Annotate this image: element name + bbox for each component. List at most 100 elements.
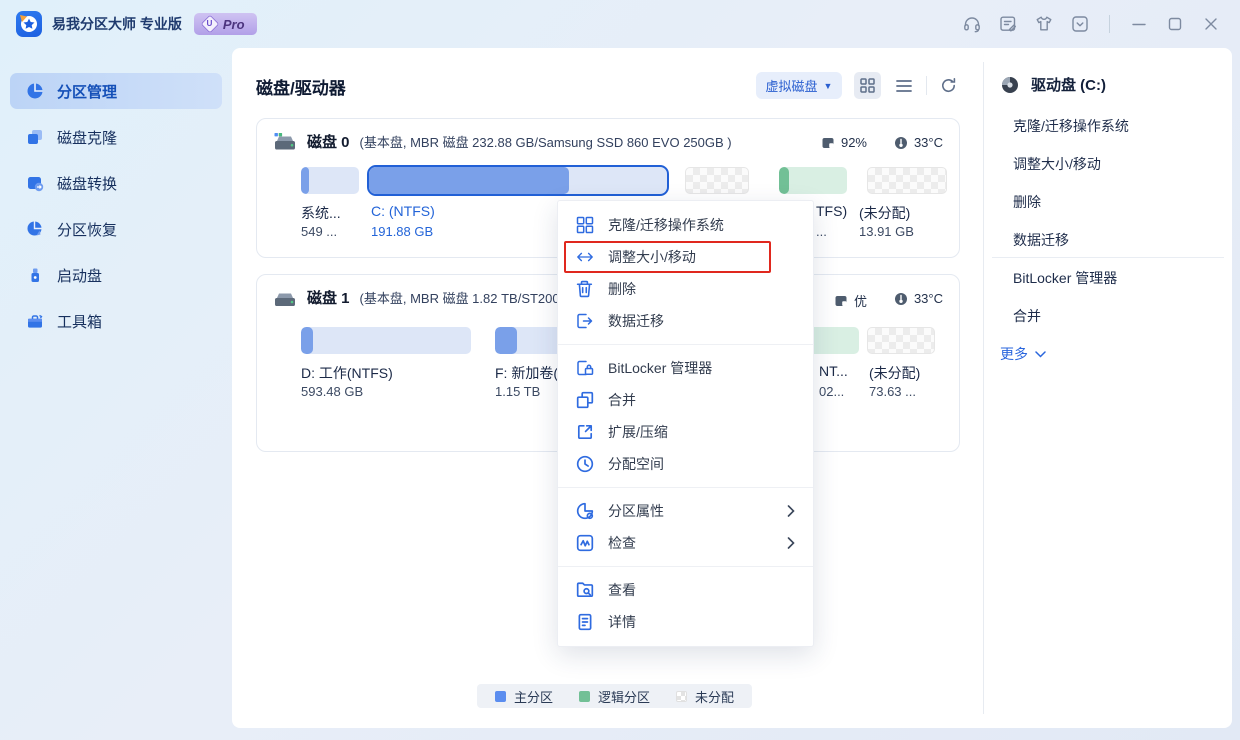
primary-color-swatch [495, 691, 506, 702]
sidebar-item-label: 工具箱 [57, 311, 102, 332]
menu-item-label: 删除 [608, 279, 636, 299]
sidebar: 分区管理 磁盘克隆 磁盘转换 分区恢复 启动盘 工具箱 [0, 48, 232, 740]
allocate-space-icon [576, 455, 594, 473]
menu-item-partition-properties[interactable]: 分区属性 [558, 495, 813, 527]
menu-item-data-migrate[interactable]: 数据迁移 [558, 305, 813, 337]
partition-size: 13.91 GB [859, 224, 914, 239]
partition-bar-system[interactable] [301, 167, 359, 194]
sidebar-item-toolbox[interactable]: 工具箱 [10, 303, 222, 339]
panel-item-resize-move[interactable]: 调整大小/移动 [1000, 152, 1101, 176]
partition-bar-d[interactable] [301, 327, 471, 354]
partition-size: 73.63 ... [869, 384, 916, 399]
menu-item-allocate-space[interactable]: 分配空间 [558, 448, 813, 480]
partition-size: 549 ... [301, 224, 337, 239]
sidebar-item-label: 分区管理 [57, 81, 117, 102]
partition-bar-unallocated-2[interactable] [867, 167, 947, 194]
menu-item-label: 克隆/迁移操作系统 [608, 215, 724, 235]
panel-item-label: 合并 [1013, 306, 1041, 326]
app-window: { "titlebar": { "app_title": "易我分区大师 专业版… [0, 0, 1240, 740]
partition-label: D: 工作(NTFS) [301, 363, 393, 383]
extend-shrink-icon [576, 423, 594, 441]
context-menu-group-4: 查看 详情 [558, 573, 813, 639]
merge-icon [576, 391, 594, 409]
menu-item-label: 调整大小/移动 [608, 247, 696, 267]
data-migrate-icon [576, 312, 594, 330]
bitlocker-icon [576, 359, 594, 377]
close-button[interactable] [1200, 13, 1222, 35]
panel-item-bitlocker[interactable]: BitLocker 管理器 [1000, 266, 1117, 290]
sidebar-item-label: 分区恢复 [57, 219, 117, 240]
maximize-button[interactable] [1164, 13, 1186, 35]
partition-bar-c[interactable] [369, 167, 667, 194]
sidebar-item-partition-recover[interactable]: 分区恢复 [10, 211, 222, 247]
disk-drive-icon [273, 132, 297, 152]
support-headset-icon[interactable] [961, 13, 983, 35]
titlebar: 易我分区大师 专业版 U Pro [0, 0, 1240, 48]
menu-item-label: BitLocker 管理器 [608, 358, 712, 378]
menu-separator [558, 344, 813, 345]
menu-item-bitlocker[interactable]: BitLocker 管理器 [558, 352, 813, 384]
disk1-header: 磁盘 1 (基本盘, MBR 磁盘 1.82 TB/ST2000D [273, 287, 576, 308]
theme-shirt-icon[interactable] [1033, 13, 1055, 35]
grid-view-button[interactable] [854, 72, 881, 99]
partition-bar-unallocated-1[interactable] [685, 167, 749, 194]
panel-item-data-migrate[interactable]: 数据迁移 [1000, 228, 1069, 252]
sidebar-item-disk-clone[interactable]: 磁盘克隆 [10, 119, 222, 155]
clone-os-icon [576, 216, 594, 234]
more-link[interactable]: 更多 [1000, 344, 1046, 364]
panel-item-merge[interactable]: 合并 [1000, 304, 1041, 328]
menu-item-view[interactable]: 查看 [558, 574, 813, 606]
refresh-icon[interactable] [935, 72, 962, 99]
more-menu-icon[interactable] [1069, 13, 1091, 35]
panel-item-delete[interactable]: 删除 [1000, 190, 1041, 214]
toolbox-icon [26, 312, 44, 330]
app-identity: 易我分区大师 专业版 U Pro [0, 11, 257, 37]
partition-bar-logical[interactable] [779, 167, 847, 194]
partition-bar-unallocated[interactable] [867, 327, 935, 354]
chevron-down-icon [1035, 351, 1046, 358]
menu-item-resize-move[interactable]: 调整大小/移动 [558, 241, 813, 273]
disk-convert-icon [26, 174, 44, 192]
sidebar-item-boot-disk[interactable]: 启动盘 [10, 257, 222, 293]
menu-item-check[interactable]: 检查 [558, 527, 813, 559]
sidebar-item-label: 磁盘克隆 [57, 127, 117, 148]
minimize-button[interactable] [1128, 13, 1150, 35]
list-view-button[interactable] [890, 72, 917, 99]
menu-item-merge[interactable]: 合并 [558, 384, 813, 416]
partition-properties-icon [576, 502, 594, 520]
panel-item-clone-os[interactable]: 克隆/迁移操作系统 [1000, 114, 1129, 138]
context-menu: 克隆/迁移操作系统 调整大小/移动 删除 数据迁移 BitLocker 管理器 … [557, 200, 814, 647]
more-link-label: 更多 [1000, 344, 1028, 364]
partition-label: C: (NTFS) [371, 203, 435, 219]
feedback-note-icon[interactable] [997, 13, 1019, 35]
disk-clone-icon [26, 128, 44, 146]
menu-item-clone-os[interactable]: 克隆/迁移操作系统 [558, 209, 813, 241]
menu-item-delete[interactable]: 删除 [558, 273, 813, 305]
disk1-temp-value: 33°C [914, 291, 943, 306]
right-panel-divider [983, 62, 984, 714]
panel-item-label: 数据迁移 [1013, 230, 1069, 250]
right-panel-title-label: 驱动盘 (C:) [1031, 74, 1106, 95]
context-menu-group-3: 分区属性 检查 [558, 494, 813, 560]
sidebar-item-label: 磁盘转换 [57, 173, 117, 194]
menu-item-details[interactable]: 详情 [558, 606, 813, 638]
panel-item-label: BitLocker 管理器 [1013, 268, 1117, 288]
page-title: 磁盘/驱动器 [256, 74, 346, 99]
sidebar-item-disk-convert[interactable]: 磁盘转换 [10, 165, 222, 201]
virtual-disk-dropdown[interactable]: 虚拟磁盘 ▼ [756, 72, 842, 99]
menu-item-label: 扩展/压缩 [608, 422, 668, 442]
panel-item-label: 删除 [1013, 192, 1041, 212]
drive-c-icon [1000, 75, 1020, 95]
partition-recover-icon [26, 220, 44, 238]
menu-item-extend-shrink[interactable]: 扩展/压缩 [558, 416, 813, 448]
disk1-temp-badge: 33°C [894, 291, 943, 306]
partition-size: 1.15 TB [495, 384, 540, 399]
disk0-header: 磁盘 0 (基本盘, MBR 磁盘 232.88 GB/Samsung SSD … [273, 131, 732, 152]
sidebar-item-partition-manage[interactable]: 分区管理 [10, 73, 222, 109]
menu-separator [558, 487, 813, 488]
app-logo-icon [16, 11, 42, 37]
pro-badge: U Pro [194, 13, 257, 35]
ssd-health-icon [834, 294, 848, 308]
partition-manage-icon [26, 82, 44, 100]
partition-size: 02... [819, 384, 844, 399]
